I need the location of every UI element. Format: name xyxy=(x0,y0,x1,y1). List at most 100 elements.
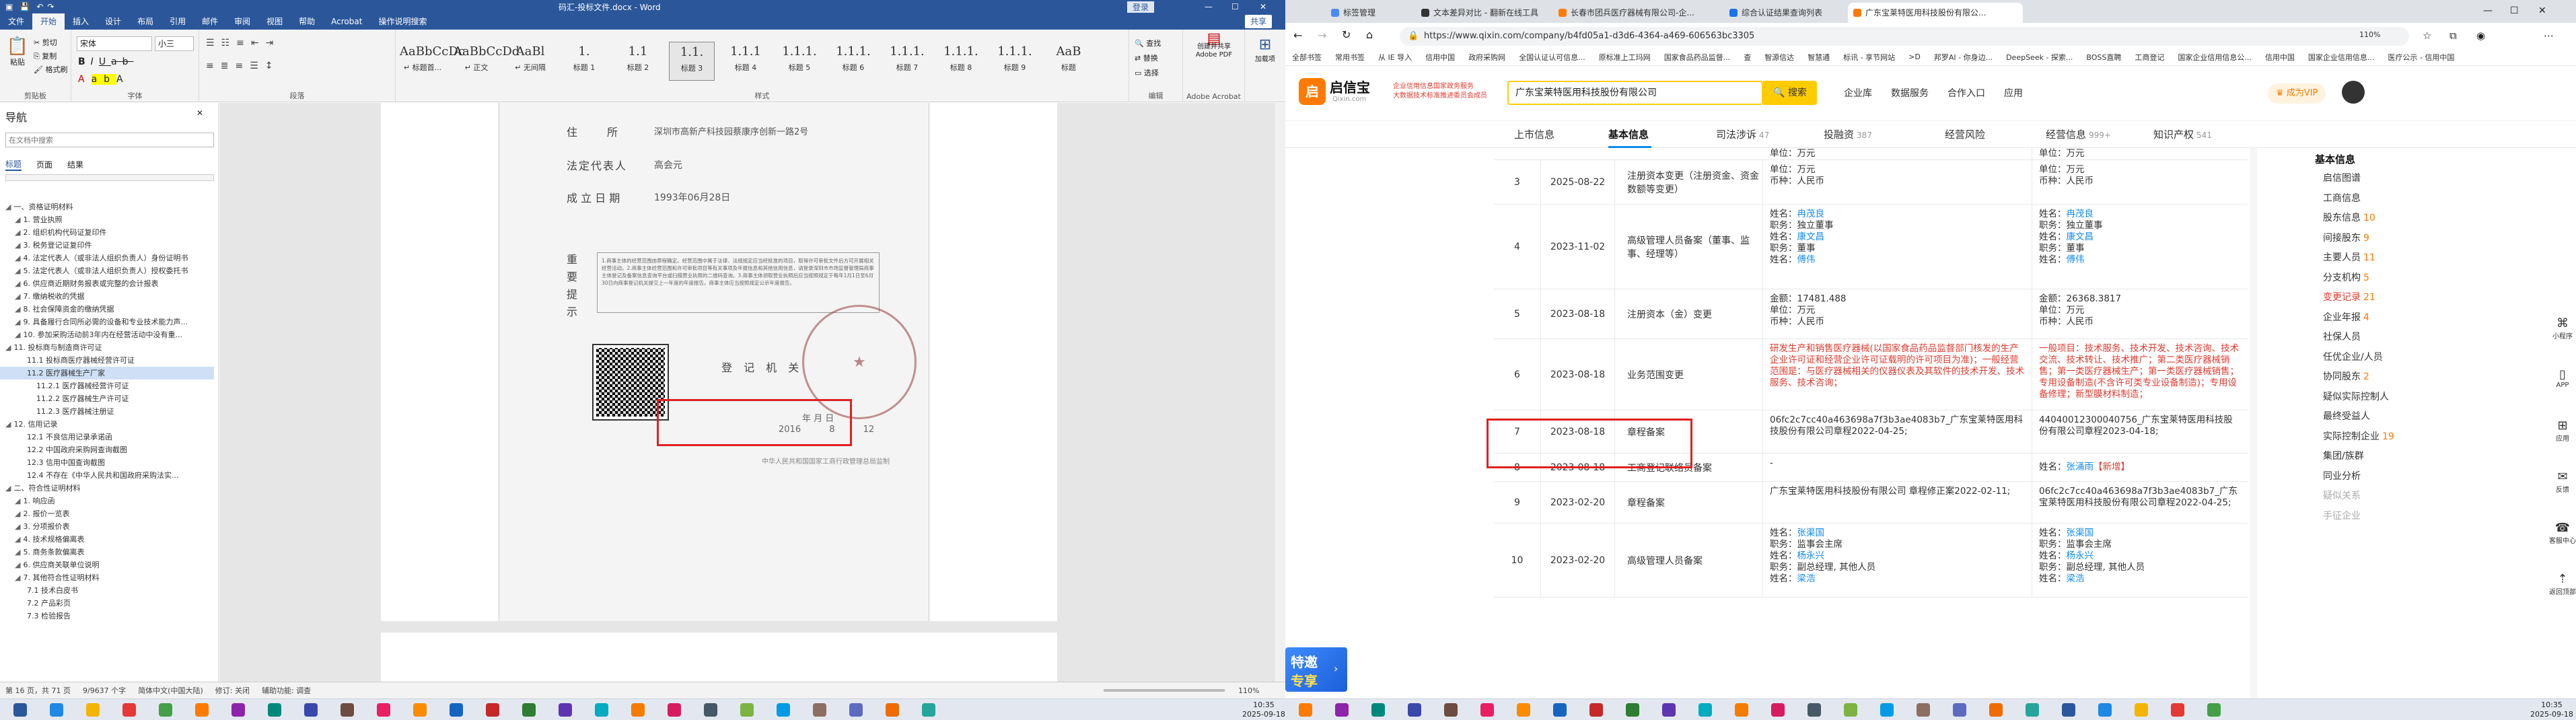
multilevel-button[interactable]: ≡ xyxy=(236,38,251,48)
nav-heading-item[interactable]: 7.1 技术白皮书 xyxy=(0,584,214,597)
bold-button[interactable]: B xyxy=(78,57,91,67)
taskbar-app-icon[interactable] xyxy=(2135,703,2148,717)
chevron-icon[interactable]: ◢ xyxy=(15,254,20,262)
italic-button[interactable]: I xyxy=(91,57,99,67)
copy-button[interactable]: ⎘ 复制 xyxy=(34,50,67,63)
browser-tab[interactable]: 广东宝莱特医用科技股份有限公... xyxy=(1848,3,2023,23)
taskbar-app-icon[interactable] xyxy=(886,703,899,717)
style-option[interactable]: 1.1. 标题 3 xyxy=(669,42,715,81)
qixin-menu-item[interactable]: 应用 xyxy=(2004,86,2023,100)
chevron-icon[interactable]: ◢ xyxy=(15,535,20,544)
taskbar-app-icon[interactable] xyxy=(1735,703,1748,717)
browser-tab[interactable]: 标签管理 xyxy=(1326,3,1413,23)
chevron-icon[interactable]: ◢ xyxy=(15,318,20,326)
replace-button[interactable]: ⇄ 替换 xyxy=(1135,51,1161,66)
extensions-icon[interactable]: ⧉ xyxy=(2449,30,2457,42)
taskbar-app-icon[interactable] xyxy=(704,703,717,717)
nav-heading-item[interactable]: ◢ 3. 税务登记证复印件 xyxy=(0,239,214,252)
taskbar-app-icon[interactable] xyxy=(450,703,463,717)
person-value[interactable]: 张渠国 xyxy=(1797,528,1825,538)
nav-heading-item[interactable]: ◢ 1. 响应函 xyxy=(0,495,214,507)
bookmark-item[interactable]: 政府采购网 xyxy=(1468,52,1505,63)
taskbar-clock-left[interactable]: 10:35 2025-09-18 xyxy=(1242,700,1285,719)
company-search-input[interactable]: 广东宝莱特医用科技股份有限公司 xyxy=(1507,81,1763,105)
nav-heading-item[interactable]: ◢ 7. 其他符合性证明材料 xyxy=(0,571,214,584)
person-value[interactable]: 杨永兴 xyxy=(2067,550,2094,561)
nav-search-input[interactable] xyxy=(5,133,214,147)
taskbar-app-icon[interactable] xyxy=(13,703,27,717)
ribbon-tab[interactable]: 邮件 xyxy=(194,13,226,30)
sidebar-nav-item[interactable]: 疑似关系 xyxy=(2323,489,2363,502)
browser-tab[interactable]: 文本差异对比 - 翻新在线工具 xyxy=(1416,3,1550,23)
taskbar-app-icon[interactable] xyxy=(1589,703,1603,717)
undo-icon[interactable]: ↶ xyxy=(36,2,43,11)
close-button[interactable]: ✕ xyxy=(1260,2,1266,11)
nav-heading-item[interactable]: ◢ 5. 法定代表人（或非法人组织负责人）授权委托书 xyxy=(0,264,214,277)
nav-heading-item[interactable]: ◢ 6. 供应商近期财务报表或完整的会计报表 xyxy=(0,277,214,290)
bookmark-item[interactable]: 标讯 - 享节网站 xyxy=(1843,52,1895,63)
nav-heading-item[interactable]: ◢ 3. 分项报价表 xyxy=(0,520,214,533)
ribbon-tab[interactable]: 视图 xyxy=(258,13,291,30)
doc-scrollbar[interactable] xyxy=(1274,103,1285,682)
person-value[interactable]: 冉茂良 xyxy=(1797,209,1825,219)
chevron-icon[interactable]: ◢ xyxy=(5,343,11,352)
style-option[interactable]: 1.1.1. 标题 9 xyxy=(992,42,1038,81)
decrease-indent-button[interactable]: ⇤ xyxy=(251,38,266,48)
chevron-icon[interactable]: ◢ xyxy=(15,497,20,505)
align-left-button[interactable]: ≡ xyxy=(206,61,221,71)
bookmark-item[interactable]: 查 xyxy=(1744,52,1751,63)
taskbar-app-icon[interactable] xyxy=(304,703,318,717)
nav-heading-item[interactable]: ◢ 8. 社会保障资金的缴纳凭据 xyxy=(0,303,214,316)
bookmark-item[interactable]: DeepSeek - 探索... xyxy=(2006,52,2073,63)
nav-tab[interactable]: 标题 xyxy=(5,158,22,171)
chevron-icon[interactable]: ◢ xyxy=(15,292,20,301)
taskbar-app-icon[interactable] xyxy=(1408,703,1421,717)
back-icon[interactable]: ← xyxy=(1293,29,1302,42)
sidebar-nav-item[interactable]: 协同股东 2 xyxy=(2323,369,2369,383)
zoom-level[interactable]: 110% xyxy=(1238,686,1259,695)
paste-button[interactable]: 📋 粘贴 xyxy=(5,36,30,67)
style-option[interactable]: AaB 标题 xyxy=(1046,42,1092,81)
taskbar-app-icon[interactable] xyxy=(1808,703,1821,717)
side-tool-0[interactable]: ⌘ 小程序 xyxy=(2549,316,2576,340)
taskbar-app-icon[interactable] xyxy=(1444,703,1458,717)
person-value[interactable]: 梁浩 xyxy=(2067,573,2085,584)
justify-button[interactable]: ☰ xyxy=(250,61,265,71)
nav-heading-item[interactable]: 12.2 中国政府采购网查询截图 xyxy=(0,443,214,456)
ribbon-tab[interactable]: 引用 xyxy=(162,13,194,30)
sidebar-nav-item[interactable]: 分支机构 5 xyxy=(2323,271,2369,284)
table-scroll-track[interactable] xyxy=(2250,148,2257,698)
company-tab[interactable]: 经营风险 xyxy=(1945,121,1988,148)
format-painter-button[interactable]: 🖌 格式刷 xyxy=(34,63,67,77)
taskbar-app-icon[interactable] xyxy=(668,703,681,717)
taskbar-app-icon[interactable] xyxy=(1480,703,1494,717)
ribbon-tab[interactable]: 开始 xyxy=(32,13,65,30)
ribbon-tab[interactable]: 审阅 xyxy=(226,13,258,30)
promo-banner[interactable]: 特邀 专享 › xyxy=(1285,647,1347,692)
addins-button[interactable]: ⊞ 加载项 xyxy=(1252,36,1279,63)
bookmark-item[interactable]: 信用中国 xyxy=(1425,52,1455,63)
home-icon[interactable]: ⌂ xyxy=(1366,28,1373,41)
nav-heading-item[interactable]: 11.2 医疗器械生产厂家 xyxy=(0,367,214,380)
sidebar-nav-item[interactable]: 社保人员 xyxy=(2323,330,2363,343)
style-option[interactable]: 1.1.1. 标题 7 xyxy=(884,42,930,81)
url-field[interactable]: 🔒 https://www.qixin.com/company/b4fd05a1… xyxy=(1400,27,2409,46)
ribbon-tab[interactable]: Acrobat xyxy=(323,13,370,30)
chevron-icon[interactable]: ◢ xyxy=(15,330,20,339)
browser-tab[interactable]: 综合认证结果查询列表 xyxy=(1724,3,1845,23)
bookmark-item[interactable]: 国家企业信用信息公... xyxy=(2178,52,2252,63)
sidebar-nav-item[interactable]: 同业分析 xyxy=(2323,469,2363,482)
bookmark-item[interactable]: 智源信达 xyxy=(1764,52,1794,63)
taskbar-app-icon[interactable] xyxy=(1626,703,1639,717)
taskbar-app-icon[interactable] xyxy=(1917,703,1930,717)
side-tool-4[interactable]: ☎ 客服中心 xyxy=(2549,521,2576,545)
chevron-icon[interactable]: ◢ xyxy=(15,548,20,556)
increase-indent-button[interactable]: ⇥ xyxy=(266,38,281,48)
sidebar-nav-item[interactable]: 企业年报 4 xyxy=(2323,310,2369,324)
sidebar-nav-item[interactable]: 变更记录 21 xyxy=(2323,290,2375,303)
bookmark-item[interactable]: 医疗公示 - 信用中国 xyxy=(2388,52,2454,63)
chevron-icon[interactable]: ◢ xyxy=(15,241,20,250)
status-accessibility[interactable]: 辅助功能: 调查 xyxy=(262,685,311,696)
nav-heading-item[interactable]: ◢ 6. 供应商关联单位说明 xyxy=(0,559,214,571)
style-option[interactable]: 1.1.1. 标题 6 xyxy=(830,42,876,81)
